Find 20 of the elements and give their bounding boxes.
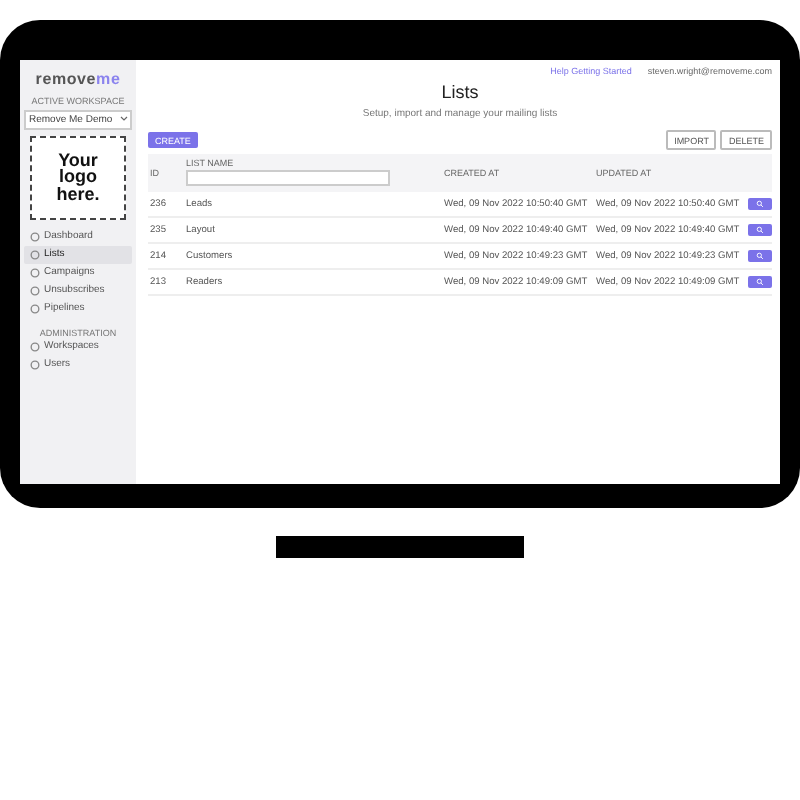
page-title: Lists [439,82,481,102]
search-button[interactable] [748,224,772,236]
search-button[interactable] [748,198,772,210]
brand-logo: removeme [33,70,123,88]
logo-text: Your logo here. [54,151,102,203]
search-button[interactable] [748,276,772,288]
search-icon [756,252,764,260]
filter-field[interactable] [186,170,390,186]
search-icon [756,278,764,286]
circle-icon [30,341,40,351]
caret-icon [119,116,127,122]
circle-icon [30,249,40,259]
circle-icon [30,359,40,369]
circle-icon [30,231,40,241]
circle-icon [30,303,40,313]
search-button[interactable] [748,250,772,262]
circle-icon [30,285,40,295]
search-icon [756,200,764,208]
search-icon [756,226,764,234]
circle-icon [30,267,40,277]
